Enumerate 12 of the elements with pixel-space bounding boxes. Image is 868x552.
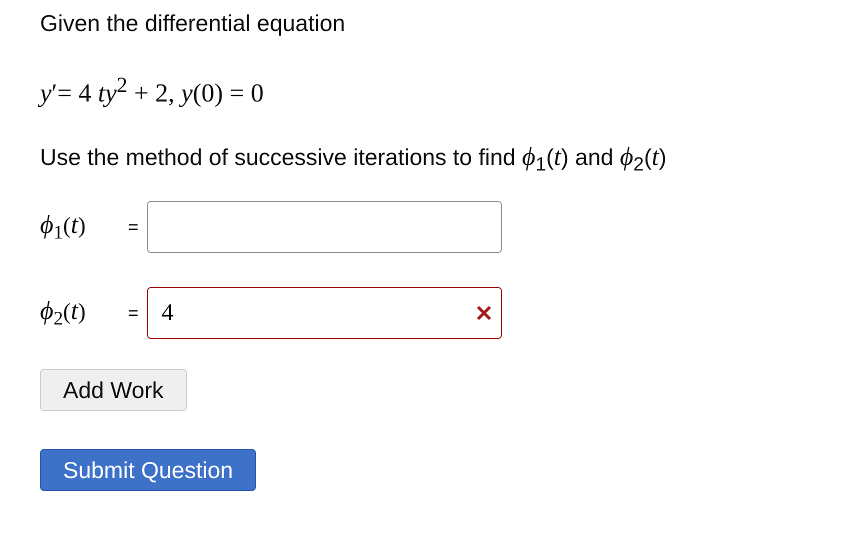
equals-sign: = [128,302,139,324]
equation: y′= 4 ty$^{2}$ + 2, y(0) = 0 [40,68,828,111]
incorrect-icon [476,305,492,322]
submit-button[interactable]: Submit Question [40,449,256,492]
instruction-text: Use the method of successive iterations to find ϕ$_{1}$(t) and ϕ$_{2}$(t) [40,140,668,178]
question-text: Given the differential equation [40,9,346,38]
answer-label: ϕ$_{1}$(t) [40,210,87,245]
answer-field[interactable]: 4 [146,287,502,340]
answer-label: ϕ$_{2}$(t) [40,296,87,331]
equals-sign: = [128,216,139,238]
add-work-button[interactable]: Add Work [40,369,187,412]
answer-field[interactable] [146,201,502,254]
